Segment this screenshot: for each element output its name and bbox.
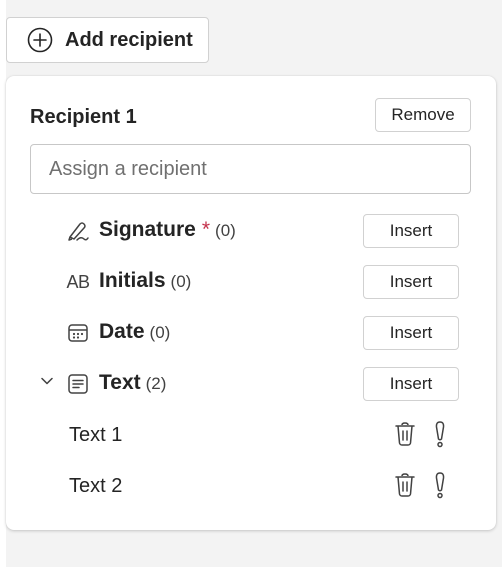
trash-icon[interactable] <box>393 421 417 447</box>
assign-recipient-input[interactable] <box>30 144 471 194</box>
insert-text-button[interactable]: Insert <box>363 367 459 401</box>
recipient-title: Recipient 1 <box>30 106 137 128</box>
field-count-signature: (0) <box>215 221 236 240</box>
field-label-text: Text (2) <box>99 371 166 395</box>
field-label-initials: Initials (0) <box>99 269 191 293</box>
calendar-icon <box>66 321 90 345</box>
field-name-initials: Initials <box>99 269 166 292</box>
chevron-down-icon[interactable] <box>40 374 54 388</box>
field-row-initials: AB Initials (0) Insert <box>6 262 496 302</box>
field-name-text: Text <box>99 371 141 394</box>
insert-signature-button[interactable]: Insert <box>363 214 459 248</box>
text-field-icon <box>66 372 90 396</box>
insert-date-button[interactable]: Insert <box>363 316 459 350</box>
field-count-text: (2) <box>145 374 167 393</box>
add-recipient-button[interactable]: Add recipient <box>6 17 209 63</box>
field-row-text: Text (2) Insert <box>6 364 496 404</box>
field-row-signature: Signature * (0) Insert <box>6 211 496 251</box>
field-name-date: Date <box>99 320 145 343</box>
field-row-date: Date (0) Insert <box>6 313 496 353</box>
insert-initials-button[interactable]: Insert <box>363 265 459 299</box>
text-item-label: Text 1 <box>69 424 123 446</box>
text-item-row[interactable]: Text 1 <box>6 415 496 455</box>
recipient-card: Recipient 1 Remove Signature*(0) Insert … <box>6 76 496 530</box>
required-asterisk: * <box>201 218 211 241</box>
initials-icon-text: AB <box>66 271 90 292</box>
exclamation-icon[interactable] <box>430 420 450 448</box>
trash-icon[interactable] <box>393 472 417 498</box>
add-circle-icon <box>27 27 53 53</box>
text-item-label: Text 2 <box>69 475 123 497</box>
field-count-date: (0) <box>149 323 171 342</box>
add-recipient-label: Add recipient <box>65 28 193 51</box>
field-label-signature: Signature * (0) <box>99 218 236 242</box>
signature-pen-icon <box>66 219 90 243</box>
initials-icon: AB <box>66 270 90 294</box>
text-item-row[interactable]: Text 2 <box>6 466 496 506</box>
field-label-date: Date (0) <box>99 320 170 344</box>
field-count-initials: (0) <box>170 272 192 291</box>
exclamation-icon[interactable] <box>430 471 450 499</box>
remove-button[interactable]: Remove <box>375 98 471 132</box>
field-name-signature: Signature <box>99 218 196 241</box>
